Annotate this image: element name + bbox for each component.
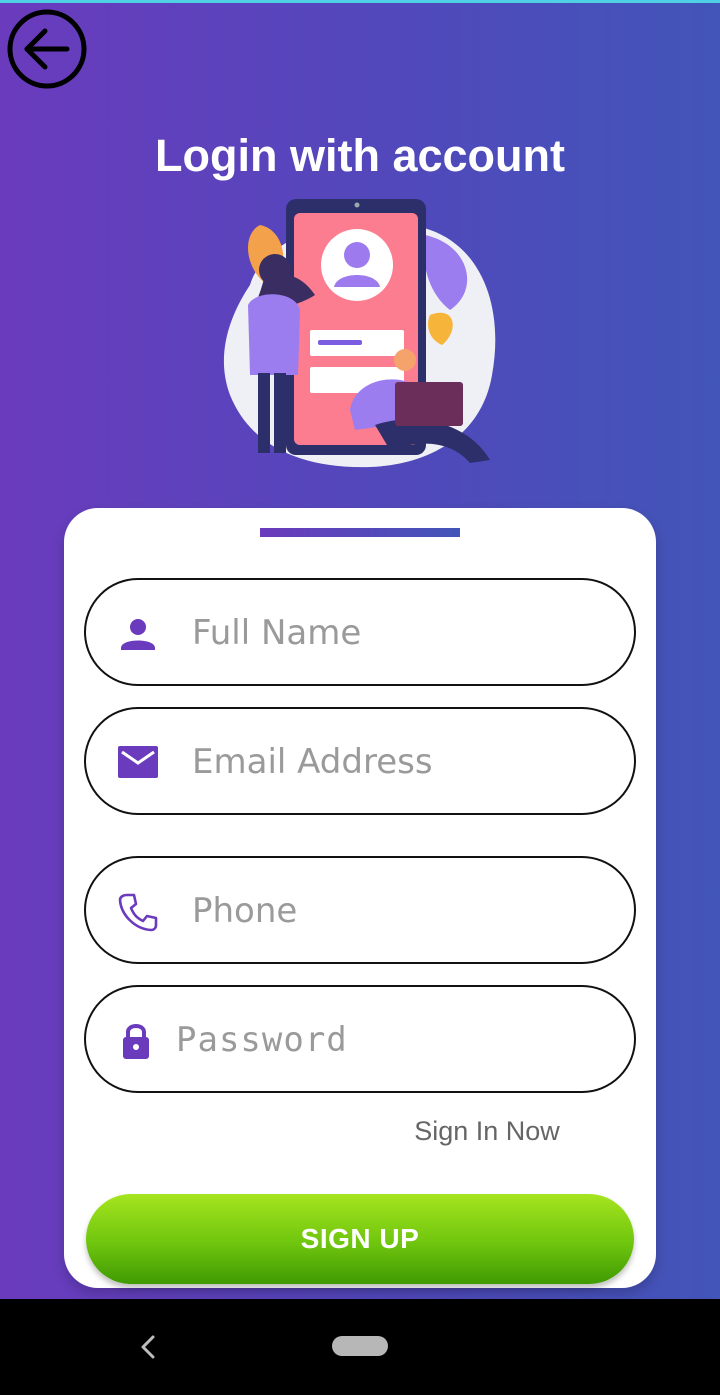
email-field[interactable] (84, 707, 636, 815)
phone-field[interactable] (84, 856, 636, 964)
arrow-left-circle-icon (7, 9, 87, 89)
phone-icon (118, 893, 158, 932)
full-name-field[interactable] (84, 578, 636, 686)
person-icon (121, 619, 155, 650)
full-name-input[interactable] (192, 604, 612, 662)
login-illustration (223, 199, 496, 468)
password-field[interactable] (84, 985, 636, 1093)
system-navigation-bar (0, 1299, 720, 1395)
sign-in-link[interactable]: Sign In Now (407, 1116, 567, 1147)
password-input[interactable] (176, 1011, 596, 1069)
app-screen: Login with account Full Name Email Addre… (0, 0, 720, 1299)
status-accent-line (0, 0, 720, 3)
nav-back-icon[interactable] (134, 1329, 162, 1365)
email-input[interactable] (192, 733, 612, 791)
mail-icon (118, 746, 158, 778)
back-button[interactable] (7, 9, 87, 89)
lock-icon (123, 1024, 149, 1059)
nav-home-pill-icon[interactable] (332, 1336, 388, 1356)
sign-up-button[interactable]: SIGN UP (86, 1194, 634, 1284)
signup-card: Sign In Now SIGN UP (64, 508, 656, 1288)
card-header-bar (260, 528, 460, 537)
phone-input[interactable] (192, 882, 612, 940)
page-title: Login with account (155, 130, 565, 181)
